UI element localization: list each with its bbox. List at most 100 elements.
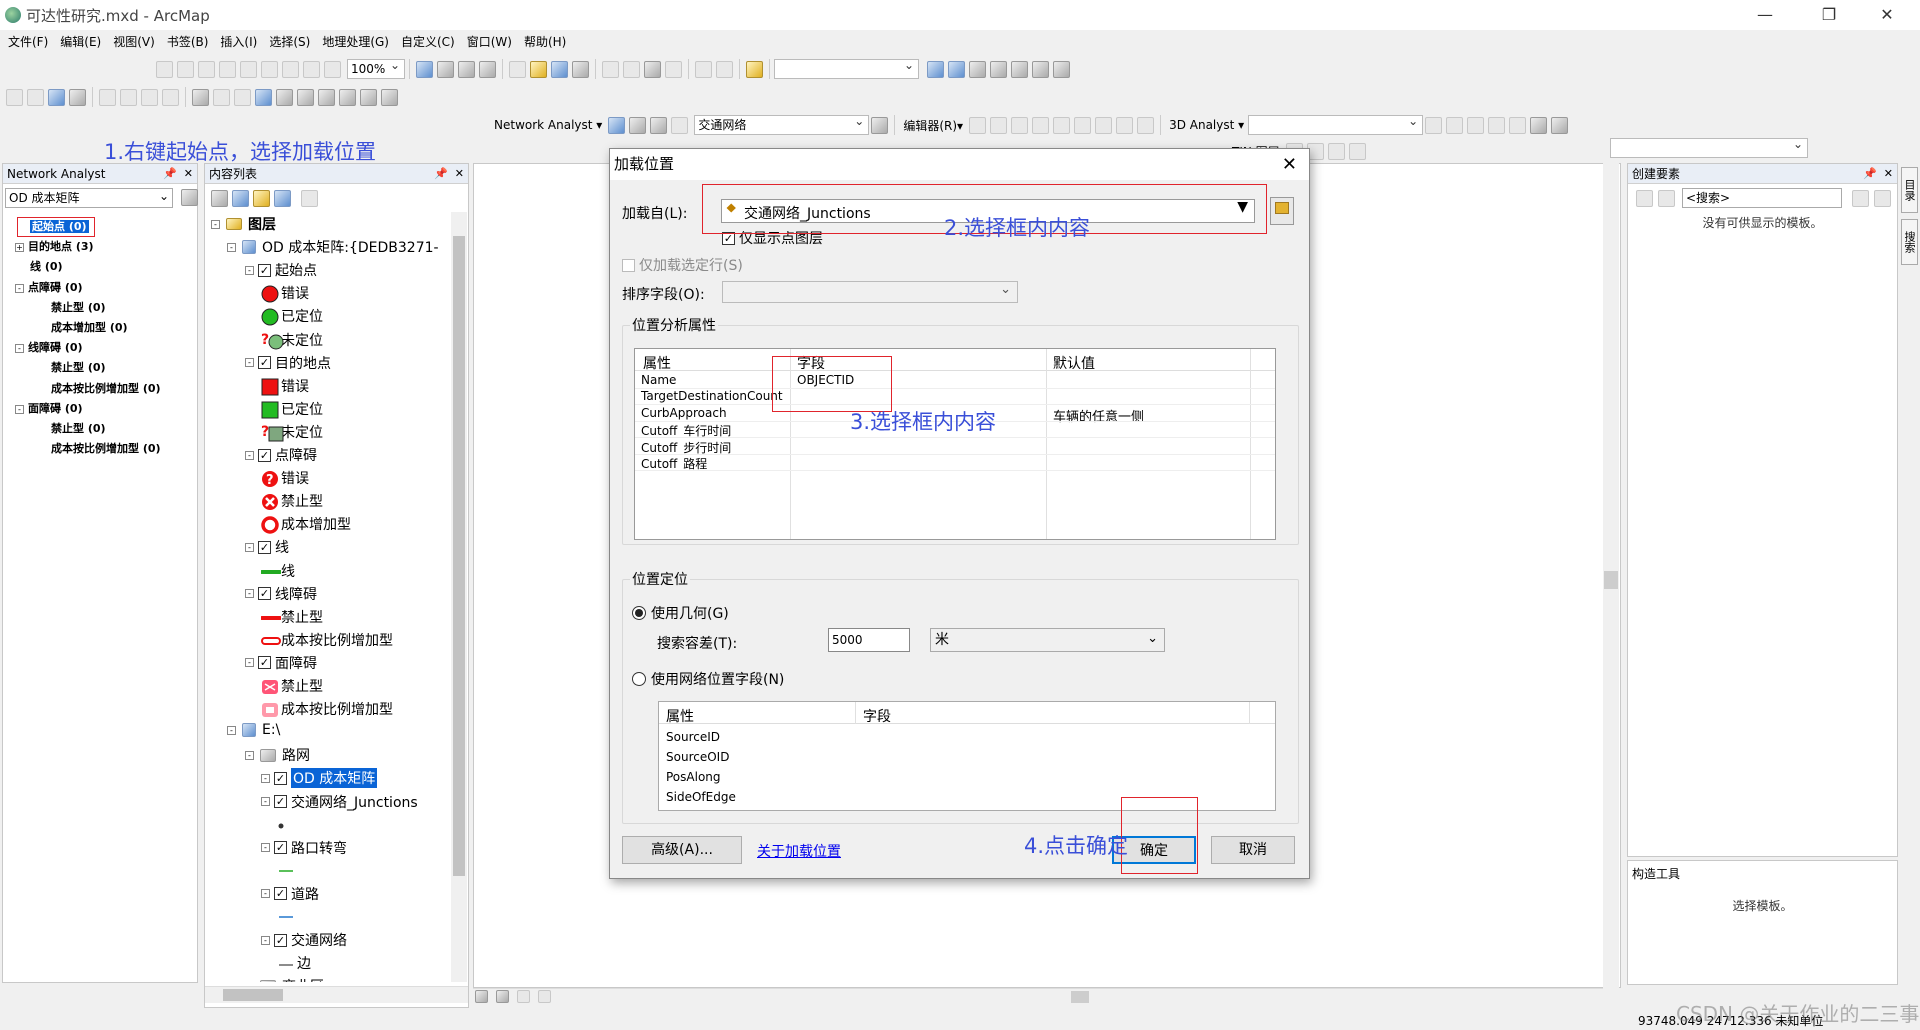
layout-icon[interactable] <box>303 60 320 78</box>
cut-icon[interactable] <box>602 60 619 78</box>
measure-icon[interactable] <box>318 88 335 106</box>
rotate-icon[interactable] <box>1074 116 1092 134</box>
toc-item[interactable]: 错误 <box>261 376 309 396</box>
toc-vertical-scrollbar[interactable] <box>451 212 467 982</box>
na-tree-item[interactable]: 线 (0) <box>15 258 63 274</box>
steepest-path-icon[interactable] <box>1446 116 1464 134</box>
forward-icon[interactable] <box>261 60 278 78</box>
minimize-button[interactable]: — <box>1742 0 1788 30</box>
clear-search-icon[interactable] <box>1874 190 1891 207</box>
toc-item[interactable]: 边 <box>277 953 311 973</box>
editor-menu[interactable]: 编辑器(R)▾ <box>903 117 963 134</box>
toc-item[interactable] <box>277 861 293 877</box>
print-icon[interactable] <box>572 60 589 78</box>
pan-tool-icon[interactable] <box>48 88 65 106</box>
print-preview-icon[interactable] <box>479 60 496 78</box>
na-solve-icon[interactable] <box>671 116 689 134</box>
toc-item[interactable]: 成本按比例增加型 <box>261 630 393 650</box>
zoom-out-icon[interactable] <box>27 88 44 106</box>
layer-visibility-checkbox[interactable]: ✓ <box>258 356 271 370</box>
pin-icon[interactable]: 📌 <box>434 164 448 184</box>
hyperlink-icon[interactable] <box>297 88 314 106</box>
toc-item[interactable]: - ✓ 道路 <box>261 884 319 904</box>
only-selected-checkbox[interactable] <box>622 258 635 272</box>
catalog-icon[interactable] <box>969 60 986 78</box>
toc-item[interactable]: - ✓ 交通网络 <box>261 930 347 950</box>
go-to-xy-icon[interactable] <box>339 88 356 106</box>
menu-item[interactable]: 窗口(W) <box>467 33 512 50</box>
collapse-icon[interactable]: - <box>15 344 24 354</box>
layer-visibility-checkbox[interactable]: ✓ <box>258 656 271 670</box>
trace-icon[interactable] <box>1032 116 1050 134</box>
zoom-in-fixed-icon[interactable] <box>177 60 194 78</box>
toc-item[interactable]: - ✓ OD 成本矩阵 <box>261 768 378 789</box>
toc-item[interactable] <box>277 907 293 923</box>
toc-item[interactable]: 成本增加型 <box>261 514 351 535</box>
unit-select[interactable]: 米 ⌄ <box>930 628 1165 652</box>
profile-graph-icon[interactable] <box>1509 116 1527 134</box>
select-features-icon[interactable] <box>192 88 209 106</box>
toc-item[interactable] <box>277 815 293 831</box>
scale-combo[interactable] <box>774 56 919 79</box>
toc-item[interactable]: - ✓ 交通网络_Junctions <box>261 792 418 812</box>
select-elements-icon[interactable] <box>234 88 251 106</box>
advanced-button[interactable]: 高级(A)... <box>622 836 742 864</box>
collapse-icon[interactable]: - <box>261 889 270 899</box>
page-icon[interactable] <box>416 60 433 78</box>
scroll-thumb[interactable] <box>223 989 283 1001</box>
organize-templates-icon[interactable] <box>1636 190 1653 207</box>
data-view-icon[interactable] <box>475 990 488 1003</box>
redo-icon[interactable] <box>716 60 733 78</box>
search-window-icon[interactable] <box>990 60 1007 78</box>
collapse-icon[interactable]: - <box>245 750 254 760</box>
list-by-selection-icon[interactable] <box>274 189 291 207</box>
close-icon[interactable]: ✕ <box>184 164 193 184</box>
menu-item[interactable]: 地理处理(G) <box>322 33 389 50</box>
tolerance-input[interactable]: 5000 <box>828 628 910 652</box>
layer-visibility-checkbox[interactable]: ✓ <box>274 795 287 808</box>
only-selected-option[interactable]: 仅加载选定行(S) <box>622 255 743 275</box>
options-icon[interactable] <box>301 189 318 207</box>
menu-item[interactable]: 文件(F) <box>8 33 48 50</box>
editor-toolbar-icon[interactable] <box>927 60 944 78</box>
arcglobe-icon[interactable] <box>1551 116 1569 134</box>
toc-item[interactable]: - ✓ 点障碍 <box>245 445 317 465</box>
map-vertical-scrollbar[interactable] <box>1603 163 1619 988</box>
toc-item[interactable]: - ✓ 线 <box>245 537 289 557</box>
clear-selection-icon[interactable] <box>213 88 230 106</box>
use-network-fields-option[interactable]: 使用网络位置字段(N) <box>632 669 784 689</box>
time-slider-icon[interactable] <box>360 88 377 106</box>
na-layer-select[interactable]: OD 成本矩阵 ⌄ <box>5 188 173 208</box>
pin-icon[interactable]: 📌 <box>1863 164 1877 184</box>
modelbuilder-icon[interactable] <box>1053 60 1070 78</box>
collapse-icon[interactable]: - <box>245 589 254 599</box>
add-data-icon[interactable] <box>746 60 763 78</box>
list-by-visibility-icon[interactable] <box>253 189 270 207</box>
collapse-icon[interactable]: - <box>15 283 24 293</box>
collapse-icon[interactable]: - <box>245 358 254 368</box>
na-tree-item[interactable]: 禁止型 (0) <box>51 299 106 315</box>
toc-item[interactable]: 已定位 <box>261 306 323 326</box>
toc-item[interactable]: ? 未定位 <box>261 330 323 350</box>
expand-icon[interactable]: + <box>15 243 24 253</box>
refresh-view-icon[interactable] <box>517 990 531 1003</box>
layer-visibility-checkbox[interactable]: ✓ <box>274 771 287 785</box>
toc-icon[interactable] <box>948 60 965 78</box>
toc-item[interactable]: - E:\ <box>227 722 280 738</box>
collapse-icon[interactable]: - <box>261 773 270 783</box>
edit-target-combo[interactable] <box>1610 135 1808 158</box>
create-features-icon[interactable] <box>1137 116 1155 134</box>
close-window-button[interactable]: ✕ <box>1864 0 1910 30</box>
restore-button[interactable]: ❐ <box>1806 0 1852 30</box>
globe-icon[interactable] <box>69 88 86 106</box>
collapse-icon[interactable]: - <box>245 542 254 552</box>
menu-item[interactable]: 选择(S) <box>269 33 310 50</box>
na-tree-item[interactable]: 成本增加型 (0) <box>51 319 128 335</box>
network-dataset-combo[interactable]: 交通网络 <box>694 112 870 135</box>
collapse-icon[interactable]: - <box>261 935 270 945</box>
layer-visibility-checkbox[interactable]: ✓ <box>274 887 287 901</box>
layer-visibility-checkbox[interactable]: ✓ <box>258 448 271 462</box>
cancel-button[interactable]: 取消 <box>1211 836 1295 864</box>
na-tree-item[interactable]: 禁止型 (0) <box>51 359 106 375</box>
list-by-source-icon[interactable] <box>232 189 249 207</box>
